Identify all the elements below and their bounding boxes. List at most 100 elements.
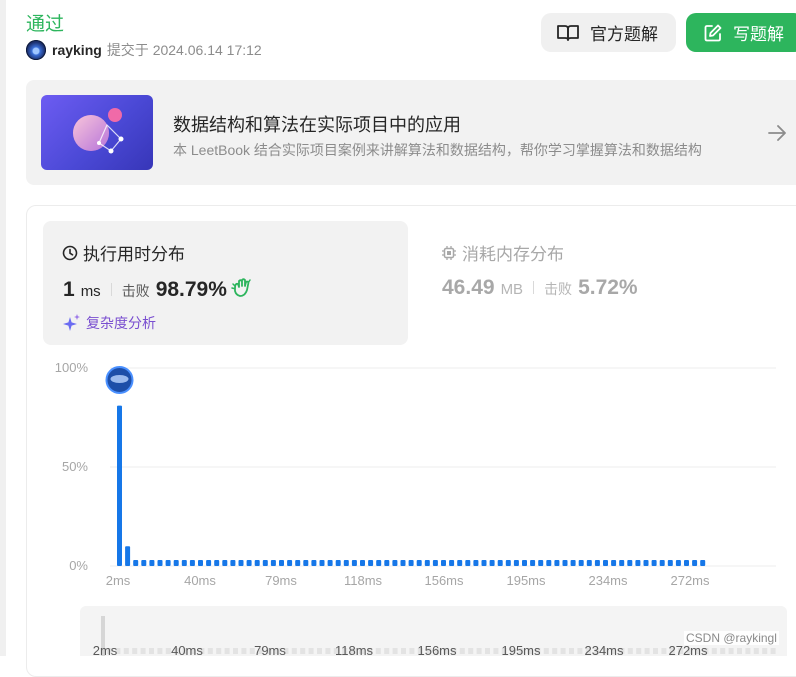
chart-bar[interactable] <box>619 560 625 566</box>
navigator-bar <box>560 648 566 654</box>
chart-bar[interactable] <box>165 560 171 566</box>
navigator-tick-label: 195ms <box>501 643 541 656</box>
watermark: CSDN @raykingl <box>684 631 779 645</box>
chart-bar[interactable] <box>392 560 398 566</box>
navigator-bar <box>636 648 642 654</box>
chart-bar[interactable] <box>384 560 390 566</box>
navigator-bar <box>384 648 390 654</box>
chart-bar[interactable] <box>254 560 260 566</box>
chart-bar[interactable] <box>279 560 284 566</box>
chart-bar[interactable] <box>157 560 163 566</box>
chart-bar[interactable] <box>343 560 349 566</box>
chart-bar[interactable] <box>684 560 689 566</box>
chart-bar[interactable] <box>578 560 584 566</box>
navigator-tick-label: 40ms <box>171 643 203 656</box>
chart-bar[interactable] <box>368 560 374 566</box>
navigator-bar <box>224 648 230 654</box>
y-tick-label: 100% <box>55 360 89 375</box>
chart-bar[interactable] <box>141 560 147 566</box>
chart-bar[interactable] <box>497 560 503 566</box>
chart-bar[interactable] <box>570 560 576 566</box>
chart-bar[interactable] <box>627 560 633 566</box>
navigator-bar <box>325 648 331 654</box>
chart-bar[interactable] <box>351 560 357 566</box>
chart-bar[interactable] <box>489 560 495 566</box>
navigator-bar <box>644 648 650 654</box>
chart-bar[interactable] <box>530 560 536 566</box>
chart-bar[interactable] <box>416 560 422 566</box>
chart-bar[interactable] <box>287 560 293 566</box>
chart-bar[interactable] <box>457 560 463 566</box>
navigator-bar <box>770 648 776 654</box>
chart-bar[interactable] <box>651 560 657 566</box>
runtime-distribution-chart[interactable]: 0% 50% 100% 2ms 40ms 79ms 118ms 156ms 195ms 234ms… <box>0 0 796 656</box>
navigator-tick-label: 118ms <box>335 643 374 656</box>
chart-bar[interactable] <box>198 560 203 566</box>
chart-bar[interactable] <box>319 560 325 566</box>
chart-bar[interactable] <box>303 560 309 566</box>
navigator-bar <box>653 648 658 654</box>
chart-bar[interactable] <box>465 560 471 566</box>
chart-bar[interactable] <box>125 546 131 566</box>
navigator-bar <box>745 648 751 654</box>
chart-bar[interactable] <box>700 560 706 566</box>
chart-bar[interactable] <box>505 560 511 566</box>
navigator-bar <box>485 648 490 654</box>
chart-bar[interactable] <box>189 560 195 566</box>
chart-bar[interactable] <box>222 560 228 566</box>
chart-bar[interactable] <box>481 560 487 566</box>
navigator-bar <box>627 648 633 654</box>
chart-bar[interactable] <box>206 560 212 566</box>
chart-bar[interactable] <box>562 560 568 566</box>
chart-bar[interactable] <box>594 560 600 566</box>
chart-bar[interactable] <box>327 560 333 566</box>
chart-bar[interactable] <box>376 560 382 566</box>
chart-bar[interactable] <box>513 560 519 566</box>
chart-bar[interactable] <box>173 560 179 566</box>
navigator-bar <box>468 648 474 654</box>
navigator-tick-label: 156ms <box>417 643 457 656</box>
navigator-bar <box>165 648 171 654</box>
chart-bar[interactable] <box>424 560 430 566</box>
chart-bar[interactable] <box>262 560 268 566</box>
chart-bar[interactable] <box>246 560 252 566</box>
chart-bar[interactable] <box>360 560 365 566</box>
chart-bar[interactable] <box>473 560 479 566</box>
chart-bar[interactable] <box>538 560 544 566</box>
chart-bar[interactable] <box>214 560 220 566</box>
chart-bar[interactable] <box>335 560 341 566</box>
chart-bar[interactable] <box>432 560 438 566</box>
chart-bar[interactable] <box>238 560 244 566</box>
navigator-bar <box>720 648 726 654</box>
chart-bar[interactable] <box>675 560 681 566</box>
navigator-bar <box>149 648 154 654</box>
chart-bar[interactable] <box>692 560 698 566</box>
chart-bar[interactable] <box>400 560 406 566</box>
chart-bar[interactable] <box>546 560 552 566</box>
chart-bar[interactable] <box>441 560 446 566</box>
chart-bar[interactable] <box>659 560 665 566</box>
navigator-bar <box>543 648 549 654</box>
navigator-bar <box>233 648 238 654</box>
chart-bar[interactable] <box>270 560 276 566</box>
chart-bar[interactable] <box>181 560 187 566</box>
chart-bar[interactable] <box>667 560 673 566</box>
chart-bar[interactable] <box>603 560 608 566</box>
chart-bar[interactable] <box>149 560 155 566</box>
chart-bar[interactable] <box>586 560 592 566</box>
user-marker-highlight <box>110 375 129 383</box>
chart-bar[interactable] <box>449 560 455 566</box>
chart-bar[interactable] <box>295 560 301 566</box>
navigator-tick-label: 2ms <box>93 643 118 656</box>
chart-bar[interactable] <box>117 405 122 566</box>
chart-bar[interactable] <box>554 560 560 566</box>
chart-bar[interactable] <box>522 560 527 566</box>
chart-bar[interactable] <box>635 560 641 566</box>
chart-bar[interactable] <box>643 560 649 566</box>
chart-bar[interactable] <box>408 560 414 566</box>
chart-bar[interactable] <box>133 560 139 566</box>
chart-bar[interactable] <box>311 560 317 566</box>
chart-bar[interactable] <box>230 560 236 566</box>
navigator-bar <box>132 648 138 654</box>
chart-bar[interactable] <box>611 560 617 566</box>
